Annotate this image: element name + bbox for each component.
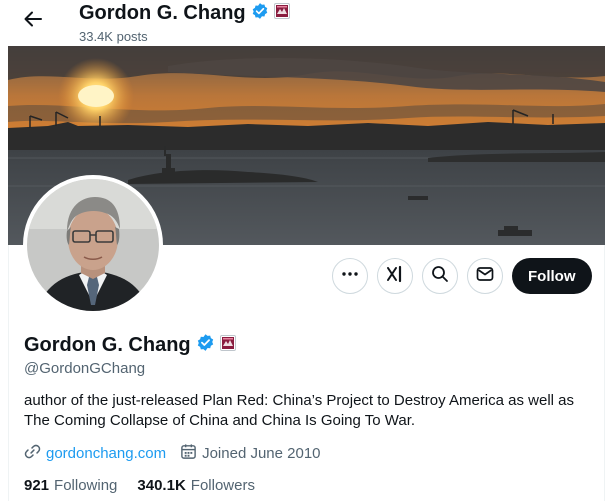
website-item: gordonchang.com [24, 443, 166, 464]
profile-meta: gordonchang.com Joined June 2010 [24, 443, 335, 464]
profile-header: Gordon G. Chang 33.4K posts [0, 0, 613, 46]
post-count: 33.4K posts [79, 29, 148, 44]
joined-date: Joined June 2010 [202, 445, 321, 462]
joined-item: Joined June 2010 [180, 443, 321, 464]
followers-count: 340.1K [137, 477, 186, 494]
back-button[interactable] [18, 6, 48, 36]
website-link[interactable]: gordonchang.com [46, 445, 166, 462]
search-icon [431, 265, 449, 288]
followers-label: Followers [190, 477, 255, 494]
following-label: Following [54, 477, 118, 494]
profile-avatar[interactable] [23, 175, 163, 315]
message-button[interactable] [467, 258, 503, 294]
profile-bio: author of the just-released Plan Red: Ch… [24, 392, 574, 429]
profile-handle: @GordonGChang [24, 360, 146, 377]
more-horizontal-icon [341, 265, 359, 288]
header-title-row: Gordon G. Chang [79, 2, 290, 25]
grok-icon [385, 264, 405, 289]
profile-name-row: Gordon G. Chang [24, 333, 236, 357]
search-button[interactable] [422, 258, 458, 294]
mail-icon [476, 265, 494, 288]
verified-badge-icon[interactable] [196, 333, 215, 357]
following-count: 921 [24, 477, 50, 494]
followers-link[interactable]: 340.1K Followers [137, 477, 255, 494]
header-name: Gordon G. Chang [79, 2, 246, 24]
arrow-left-icon [23, 9, 43, 34]
grok-button[interactable] [377, 258, 413, 294]
follow-stats: 921 Following 340.1K Followers [24, 477, 275, 494]
profile-name: Gordon G. Chang [24, 333, 191, 356]
calendar-icon [180, 443, 197, 464]
verified-badge-icon[interactable] [251, 2, 269, 25]
follow-button[interactable]: Follow [512, 258, 592, 294]
profile-actions: Follow [332, 258, 592, 294]
link-icon [24, 443, 41, 464]
affiliate-badge-icon[interactable] [273, 3, 290, 24]
following-link[interactable]: 921 Following [24, 477, 117, 494]
more-button[interactable] [332, 258, 368, 294]
affiliate-badge-icon[interactable] [219, 334, 236, 356]
